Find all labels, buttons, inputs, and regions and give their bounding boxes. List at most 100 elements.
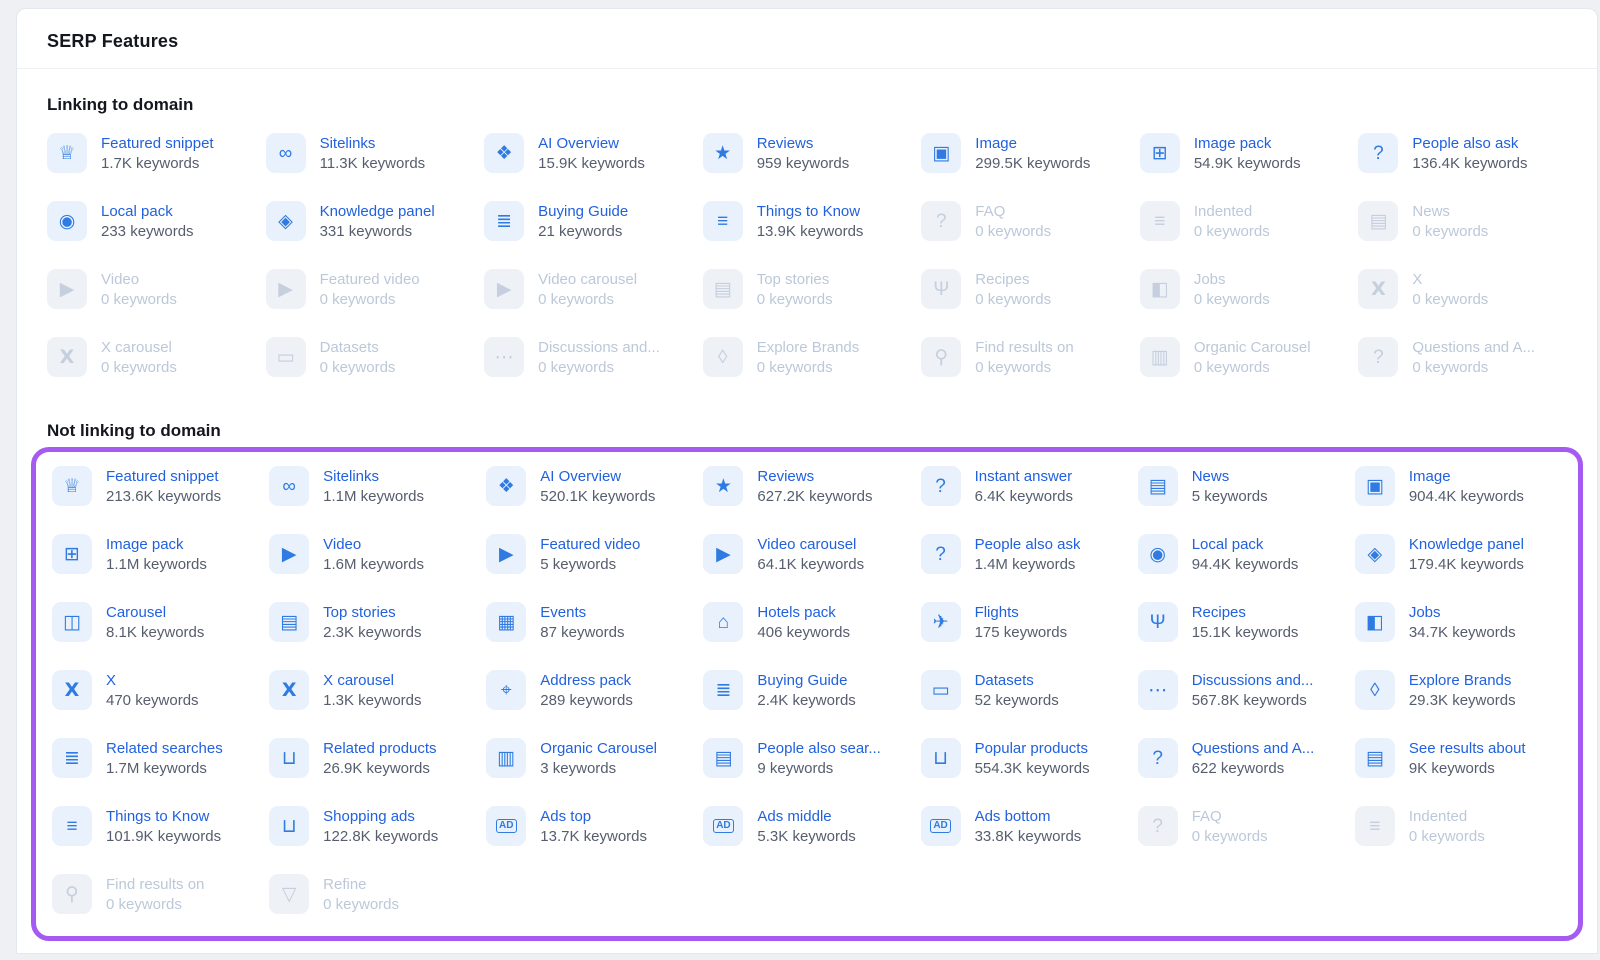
feature-text: Local pack94.4K keywords <box>1192 534 1299 575</box>
section-heading-linking-to-domain: Linking to domain <box>47 95 1567 115</box>
feature-tile-knowledge-panel[interactable]: ◈Knowledge panel179.4K keywords <box>1355 534 1562 578</box>
feature-count: 567.8K keywords <box>1192 691 1314 711</box>
feature-label: Things to Know <box>106 807 221 827</box>
feature-tile-ai-overview[interactable]: ❖AI Overview15.9K keywords <box>484 133 693 177</box>
feature-tile-carousel[interactable]: ◫Carousel8.1K keywords <box>52 602 259 646</box>
feature-tile-instant-answer[interactable]: ?Instant answer6.4K keywords <box>921 466 1128 510</box>
feature-text: X0 keywords <box>1412 269 1488 310</box>
feature-tile-refine: ▽Refine0 keywords <box>269 874 476 918</box>
feature-tile-related-products[interactable]: ⊔Related products26.9K keywords <box>269 738 476 782</box>
buying-guide-icon: ≣ <box>484 201 524 241</box>
feature-tile-sitelinks[interactable]: ∞Sitelinks11.3K keywords <box>266 133 475 177</box>
feature-tile-sitelinks[interactable]: ∞Sitelinks1.1M keywords <box>269 466 476 510</box>
feature-tile-reviews[interactable]: ★Reviews959 keywords <box>703 133 912 177</box>
feature-tile-people-also-ask[interactable]: ?People also ask1.4M keywords <box>921 534 1128 578</box>
feature-text: Find results on0 keywords <box>106 874 204 915</box>
feature-label: Video <box>101 270 177 290</box>
feature-tile-ads-bottom[interactable]: ADAds bottom33.8K keywords <box>921 806 1128 850</box>
feature-text: Recipes0 keywords <box>975 269 1051 310</box>
feature-tile-questions-and-answers[interactable]: ?Questions and A...622 keywords <box>1138 738 1345 782</box>
feature-tile-people-also-ask[interactable]: ?People also ask136.4K keywords <box>1358 133 1567 177</box>
feature-text: Sitelinks11.3K keywords <box>320 133 426 174</box>
feature-tile-news: ▤News0 keywords <box>1358 201 1567 245</box>
feature-label: Image <box>975 134 1090 154</box>
feature-count: 15.9K keywords <box>538 154 645 174</box>
feature-text: Ads top13.7K keywords <box>540 806 647 847</box>
feature-tile-see-results-about[interactable]: ▤See results about9K keywords <box>1355 738 1562 782</box>
feature-tile-people-also-search-for[interactable]: ▤People also sear...9 keywords <box>703 738 910 782</box>
feature-label: Questions and A... <box>1412 338 1535 358</box>
feature-label: Image pack <box>1194 134 1301 154</box>
feature-tile-organic-carousel[interactable]: ▥Organic Carousel3 keywords <box>486 738 693 782</box>
feature-label: Things to Know <box>757 202 864 222</box>
feature-tile-local-pack[interactable]: ◉Local pack94.4K keywords <box>1138 534 1345 578</box>
news-icon: ▤ <box>1358 201 1398 241</box>
feature-count: 15.1K keywords <box>1192 623 1299 643</box>
feature-tile-flights[interactable]: ✈Flights175 keywords <box>921 602 1128 646</box>
feature-tile-image[interactable]: ▣Image904.4K keywords <box>1355 466 1562 510</box>
instant-answer-icon: ? <box>921 466 961 506</box>
feature-tile-image[interactable]: ▣Image299.5K keywords <box>921 133 1130 177</box>
feature-count: 0 keywords <box>757 290 833 310</box>
feature-tile-featured-video[interactable]: ▶Featured video5 keywords <box>486 534 693 578</box>
feature-label: Explore Brands <box>1409 671 1516 691</box>
hotels-pack-icon: ⌂ <box>703 602 743 642</box>
feature-tile-x[interactable]: XX470 keywords <box>52 670 259 714</box>
feature-text: Image299.5K keywords <box>975 133 1090 174</box>
feature-tile-ads-middle[interactable]: ADAds middle5.3K keywords <box>703 806 910 850</box>
feature-tile-ai-overview[interactable]: ❖AI Overview520.1K keywords <box>486 466 693 510</box>
feature-label: Jobs <box>1194 270 1270 290</box>
news-icon: ▤ <box>1138 466 1178 506</box>
feature-text: Datasets52 keywords <box>975 670 1059 711</box>
feature-label: Featured snippet <box>106 467 221 487</box>
feature-text: Recipes15.1K keywords <box>1192 602 1299 643</box>
feature-tile-jobs[interactable]: ◧Jobs34.7K keywords <box>1355 602 1562 646</box>
feature-tile-news[interactable]: ▤News5 keywords <box>1138 466 1345 510</box>
feature-tile-things-to-know[interactable]: ≡Things to Know13.9K keywords <box>703 201 912 245</box>
feature-tile-featured-video: ▶Featured video0 keywords <box>266 269 475 313</box>
feature-tile-hotels-pack[interactable]: ⌂Hotels pack406 keywords <box>703 602 910 646</box>
feature-tile-video-carousel[interactable]: ▶Video carousel64.1K keywords <box>703 534 910 578</box>
feature-count: 0 keywords <box>1194 358 1311 378</box>
feature-grid: ♕Featured snippet213.6K keywords∞Sitelin… <box>36 452 1578 936</box>
feature-tile-top-stories[interactable]: ▤Top stories2.3K keywords <box>269 602 476 646</box>
feature-tile-reviews[interactable]: ★Reviews627.2K keywords <box>703 466 910 510</box>
feature-tile-x-carousel[interactable]: XX carousel1.3K keywords <box>269 670 476 714</box>
feature-tile-address-pack[interactable]: ⌖Address pack289 keywords <box>486 670 693 714</box>
feature-label: Address pack <box>540 671 633 691</box>
feature-label: Ads middle <box>757 807 855 827</box>
feature-tile-recipes[interactable]: ΨRecipes15.1K keywords <box>1138 602 1345 646</box>
feature-tile-things-to-know[interactable]: ≡Things to Know101.9K keywords <box>52 806 259 850</box>
feature-tile-video[interactable]: ▶Video1.6M keywords <box>269 534 476 578</box>
feature-tile-datasets[interactable]: ▭Datasets52 keywords <box>921 670 1128 714</box>
flights-icon: ✈ <box>921 602 961 642</box>
feature-tile-ads-top[interactable]: ADAds top13.7K keywords <box>486 806 693 850</box>
feature-label: Discussions and... <box>538 338 660 358</box>
feature-tile-featured-snippet[interactable]: ♕Featured snippet1.7K keywords <box>47 133 256 177</box>
feature-tile-shopping-ads[interactable]: ⊔Shopping ads122.8K keywords <box>269 806 476 850</box>
feature-tile-events[interactable]: ▦Events87 keywords <box>486 602 693 646</box>
feature-tile-popular-products[interactable]: ⊔Popular products554.3K keywords <box>921 738 1128 782</box>
feature-text: Ads middle5.3K keywords <box>757 806 855 847</box>
feature-count: 0 keywords <box>1194 290 1270 310</box>
feature-tile-local-pack[interactable]: ◉Local pack233 keywords <box>47 201 256 245</box>
feature-tile-image-pack[interactable]: ⊞Image pack1.1M keywords <box>52 534 259 578</box>
feature-text: Popular products554.3K keywords <box>975 738 1090 779</box>
feature-tile-featured-snippet[interactable]: ♕Featured snippet213.6K keywords <box>52 466 259 510</box>
feature-label: Featured snippet <box>101 134 214 154</box>
feature-label: Top stories <box>757 270 833 290</box>
feature-tile-knowledge-panel[interactable]: ◈Knowledge panel331 keywords <box>266 201 475 245</box>
feature-label: Image pack <box>106 535 207 555</box>
feature-tile-discussions-and-forums[interactable]: ⋯Discussions and...567.8K keywords <box>1138 670 1345 714</box>
feature-text: People also ask136.4K keywords <box>1412 133 1527 174</box>
feature-tile-buying-guide[interactable]: ≣Buying Guide21 keywords <box>484 201 693 245</box>
feature-label: Discussions and... <box>1192 671 1314 691</box>
feature-tile-related-searches[interactable]: ≣Related searches1.7M keywords <box>52 738 259 782</box>
feature-tile-image-pack[interactable]: ⊞Image pack54.9K keywords <box>1140 133 1349 177</box>
reviews-icon: ★ <box>703 133 743 173</box>
feature-tile-buying-guide[interactable]: ≣Buying Guide2.4K keywords <box>703 670 910 714</box>
feature-label: X carousel <box>101 338 177 358</box>
feature-tile-explore-brands[interactable]: ◊Explore Brands29.3K keywords <box>1355 670 1562 714</box>
local-pack-icon: ◉ <box>47 201 87 241</box>
video-icon: ▶ <box>47 269 87 309</box>
